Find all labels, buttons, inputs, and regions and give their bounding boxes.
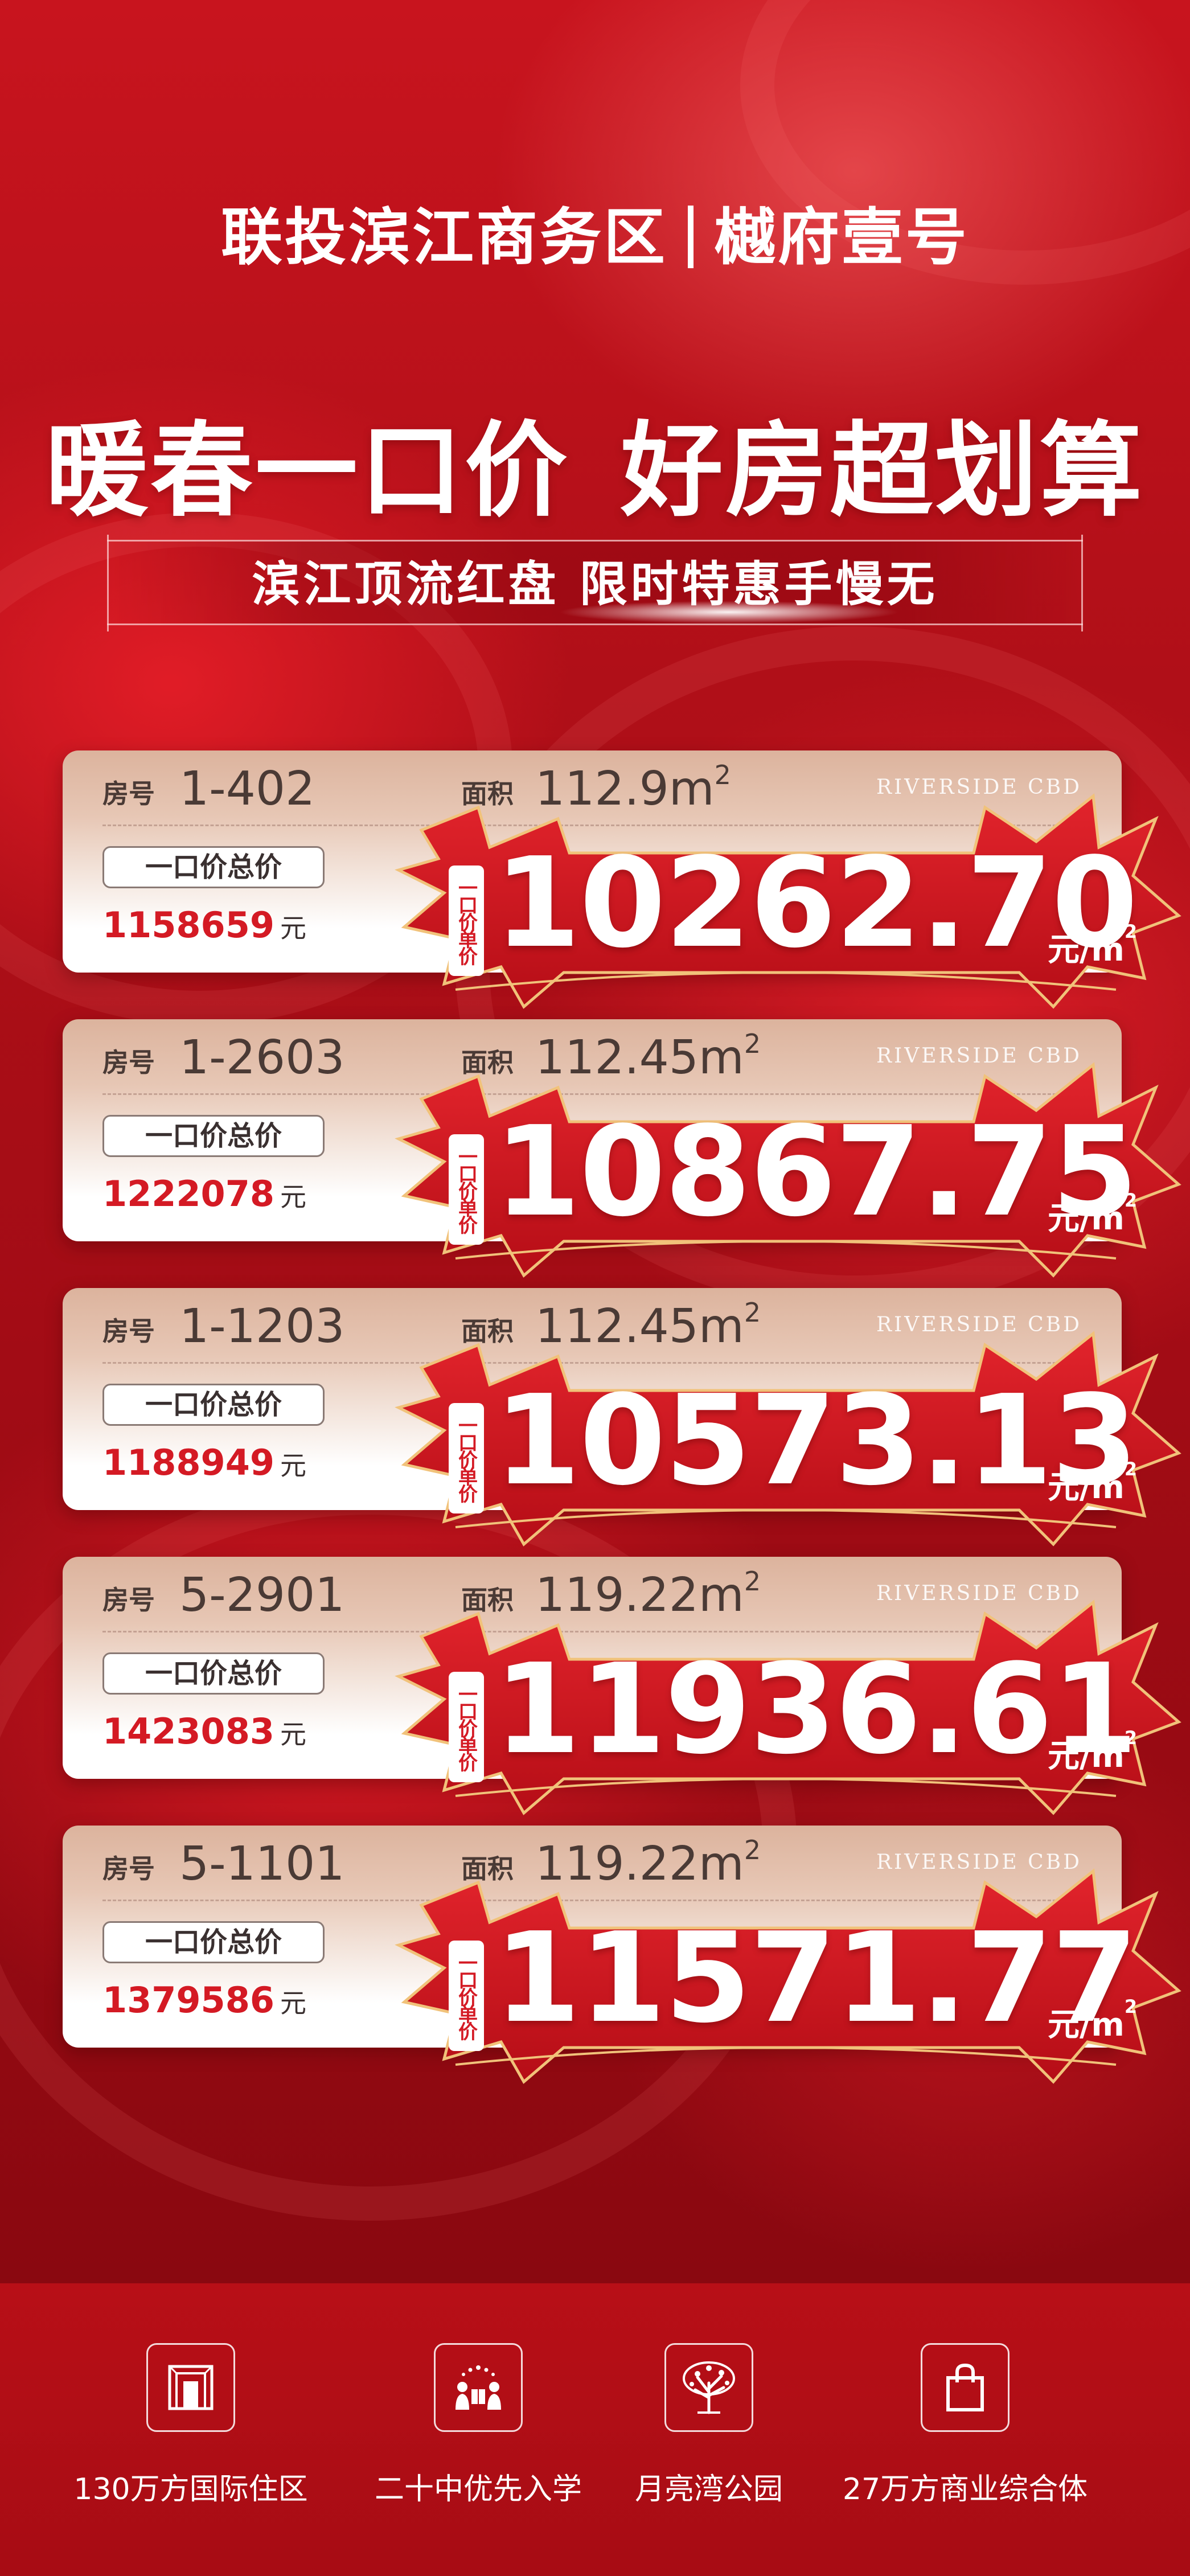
promo-slogan: 暖春一口价 好房超划算 [0,387,1190,536]
feature-label: 月亮湾公园 [634,2472,783,2507]
title-divider [688,206,694,269]
unit-price-banner: 一口价单价 10573.13 元/m2 [381,1322,1190,1550]
unit-price-unit: 元/m2 [1048,1727,1138,1775]
room-label: 房号 [102,1585,155,1615]
project-title-right: 樾府壹号 [714,202,970,273]
unit-price-unit: 元/m2 [1048,921,1138,969]
unit-price-tag: 一口价单价 [449,1134,484,1245]
room-number: 5-2901 [179,1568,345,1622]
unit-price-unit: 元/m2 [1048,1996,1138,2044]
unit-price-banner: 一口价单价 11571.77 元/m2 [381,1860,1190,2087]
unit-price-unit: 元/m2 [1048,1458,1138,1506]
feature-item: 130万方国际住区 [48,2343,333,2508]
unit-price-banner: 一口价单价 11936.61 元/m2 [381,1591,1190,1819]
light-glow [558,601,900,624]
unit-price-unit: 元/m2 [1048,1189,1138,1237]
shopping-bag-icon [921,2343,1010,2432]
school-students-icon [434,2343,523,2432]
total-price-label: 一口价总价 [102,1921,325,1963]
slogan-left: 暖春一口价 [45,412,569,531]
room-number: 5-1101 [179,1837,345,1891]
total-price: 1222078 元 [102,1173,306,1215]
room-label: 房号 [102,1316,155,1347]
unit-price-value: 10262.70 [494,831,1138,975]
room-label: 房号 [102,1047,155,1078]
room-number: 1-1203 [179,1299,345,1353]
feature-item: 27万方商业综合体 [823,2343,1107,2508]
unit-price-value: 11571.77 [494,1906,1138,2050]
feature-item: 月亮湾公园 [567,2343,851,2508]
total-price-label: 一口价总价 [102,1652,325,1695]
feature-row: 130万方国际住区 二十中优先入学 月亮湾公园 27万方商业综合体 [0,2343,1190,2514]
room-label: 房号 [102,778,155,809]
total-price: 1188949 元 [102,1442,306,1483]
room-number: 1-2603 [179,1031,345,1085]
total-price-label: 一口价总价 [102,846,325,888]
listing-card: 房号 1-1203 面积 112.45m2 RIVERSIDE CBD 一口价总… [63,1288,1181,1547]
unit-price-tag: 一口价单价 [449,1672,484,1782]
total-price: 1423083 元 [102,1711,306,1752]
room-number: 1-402 [179,762,315,816]
unit-price-banner: 一口价单价 10262.70 元/m2 [381,785,1190,1012]
total-price-label: 一口价总价 [102,1115,325,1157]
project-title-left: 联投滨江商务区 [220,202,667,273]
feature-label: 27万方商业综合体 [842,2472,1088,2507]
total-price-label: 一口价总价 [102,1384,325,1426]
unit-price-tag: 一口价单价 [449,1403,484,1513]
project-title: 联投滨江商务区 樾府壹号 [0,188,1190,277]
listing-card: 房号 1-402 面积 112.9m2 RIVERSIDE CBD 一口价总价 … [63,750,1181,1009]
listing-card: 房号 5-1101 面积 119.22m2 RIVERSIDE CBD 一口价总… [63,1826,1181,2084]
feature-label: 130万方国际住区 [73,2472,308,2507]
total-price: 1158659 元 [102,904,306,946]
total-price: 1379586 元 [102,1979,306,2021]
unit-price-tag: 一口价单价 [449,865,484,976]
unit-price-banner: 一口价单价 10867.75 元/m2 [381,1053,1190,1281]
listing-card: 房号 5-2901 面积 119.22m2 RIVERSIDE CBD 一口价总… [63,1557,1181,1815]
room-label: 房号 [102,1853,155,1884]
unit-price-value: 11936.61 [494,1638,1138,1782]
tree-icon [664,2343,753,2432]
slogan-right: 好房超划算 [621,412,1145,531]
listing-card: 房号 1-2603 面积 112.45m2 RIVERSIDE CBD 一口价总… [63,1019,1181,1278]
unit-price-value: 10573.13 [494,1369,1138,1513]
unit-price-value: 10867.75 [494,1100,1138,1244]
unit-price-tag: 一口价单价 [449,1941,484,2051]
building-gate-icon [146,2343,235,2432]
